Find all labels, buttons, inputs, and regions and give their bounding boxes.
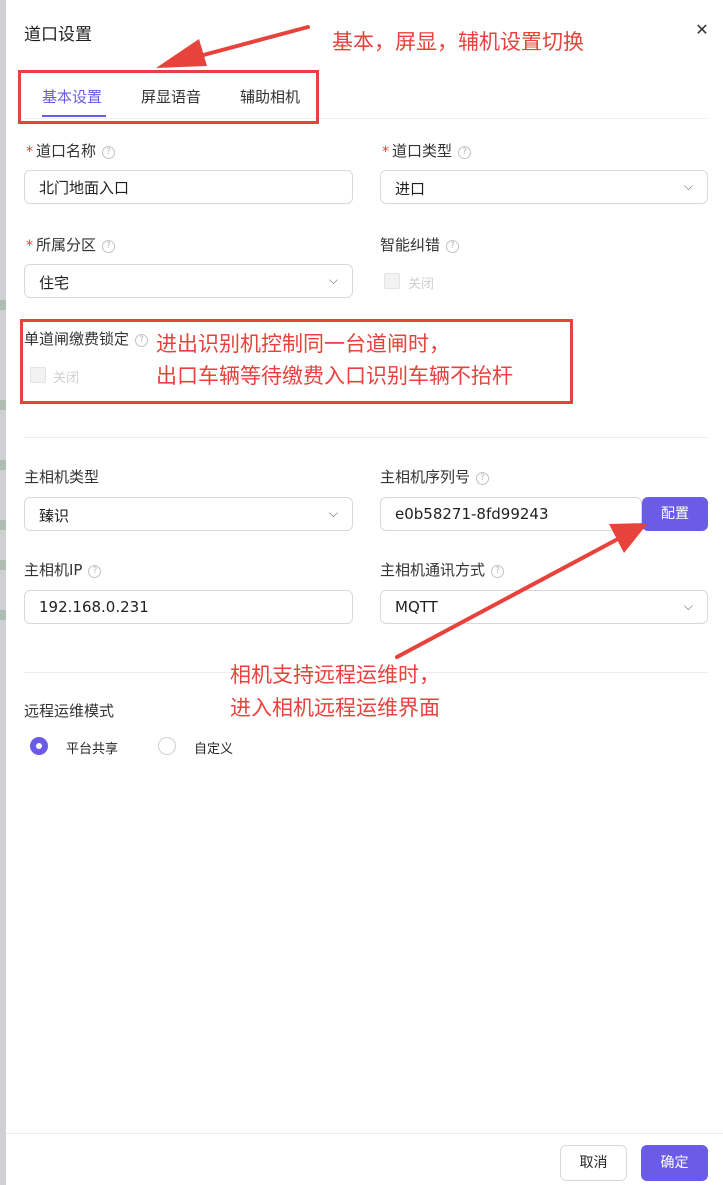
tabs-highlight-box: [18, 70, 319, 124]
lock-annotation-line1: 进出识别机控制同一台道闸时，: [156, 332, 450, 356]
camera-comm-value: MQTT: [395, 598, 438, 616]
zone-select[interactable]: 住宅 ⌵: [24, 264, 353, 298]
camera-comm-select[interactable]: MQTT ⌵: [380, 590, 708, 624]
lane-type-label: * 道口类型?: [382, 140, 472, 161]
cancel-button[interactable]: 取消: [560, 1145, 627, 1181]
required-mark: *: [382, 144, 389, 160]
confirm-button[interactable]: 确定: [641, 1145, 708, 1181]
camera-comm-label: 主相机通讯方式?: [380, 559, 505, 580]
zone-value: 住宅: [39, 274, 70, 292]
camera-type-select[interactable]: 臻识 ⌵: [24, 497, 353, 531]
required-mark: *: [26, 144, 33, 160]
footer-divider: [6, 1133, 723, 1134]
help-icon[interactable]: ?: [88, 565, 102, 578]
camera-serial-input[interactable]: [380, 497, 642, 531]
chevron-down-icon: ⌵: [328, 506, 338, 520]
remote-mode-label: 远程运维模式: [24, 702, 115, 720]
lane-type-value: 进口: [395, 180, 426, 198]
lane-type-select[interactable]: 进口 ⌵: [380, 170, 708, 204]
help-icon[interactable]: ?: [446, 240, 460, 253]
help-icon[interactable]: ?: [102, 240, 116, 253]
radio-platform-shared-label[interactable]: 平台共享: [66, 738, 118, 757]
help-icon[interactable]: ?: [458, 146, 472, 159]
zone-label: * 所属分区?: [26, 234, 116, 255]
smart-correct-checkbox[interactable]: [384, 273, 400, 289]
camera-type-label: 主相机类型: [24, 468, 100, 486]
radio-platform-shared[interactable]: [30, 737, 48, 755]
radio-custom-label[interactable]: 自定义: [194, 738, 233, 757]
lane-name-label: * 道口名称?: [26, 140, 116, 161]
camera-ip-input[interactable]: [24, 590, 353, 624]
help-icon[interactable]: ?: [102, 146, 116, 159]
tabs-annotation: 基本，屏显，辅机设置切换: [332, 30, 584, 54]
required-mark: *: [26, 238, 33, 254]
lane-name-input[interactable]: [24, 170, 353, 204]
camera-annotation-line2: 进入相机远程运维界面: [230, 696, 440, 720]
help-icon[interactable]: ?: [476, 472, 490, 485]
camera-config-button[interactable]: 配置: [642, 497, 708, 531]
camera-annotation-line1: 相机支持远程运维时，: [230, 663, 440, 687]
section-divider: [24, 437, 708, 438]
chevron-down-icon: ⌵: [683, 179, 693, 193]
smart-correct-state: 关闭: [408, 277, 435, 292]
smart-correct-label: 智能纠错?: [380, 234, 460, 255]
lane-settings-dialog: 道口设置 ✕ 基本设置 屏显语音 辅助相机 *道口名称? *道口类型? 进口 ⌵…: [6, 0, 723, 1185]
lock-annotation-line2: 出口车辆等待缴费入口识别车辆不抬杆: [156, 364, 513, 388]
chevron-down-icon: ⌵: [328, 273, 338, 287]
chevron-down-icon: ⌵: [683, 599, 693, 613]
close-icon[interactable]: ✕: [692, 20, 712, 40]
camera-type-value: 臻识: [39, 507, 70, 525]
radio-custom[interactable]: [158, 737, 176, 755]
dialog-title: 道口设置: [24, 25, 92, 45]
camera-ip-label: 主相机IP?: [24, 559, 102, 580]
camera-serial-label: 主相机序列号?: [380, 466, 490, 487]
help-icon[interactable]: ?: [491, 565, 505, 578]
